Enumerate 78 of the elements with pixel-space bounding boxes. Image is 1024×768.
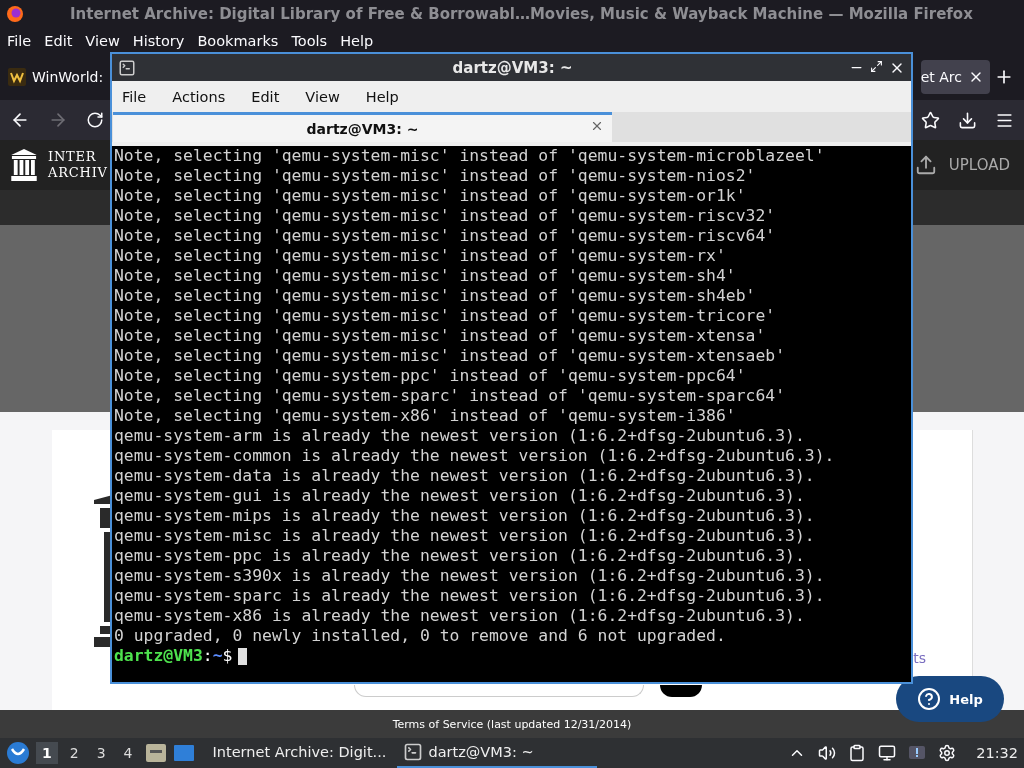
site-favicon-icon [8,68,26,86]
prompt-separator: : [202,646,213,666]
prompt-symbol: $ [222,646,233,666]
menu-item[interactable]: Help [340,33,381,49]
terminal-line: Note, selecting 'qemu-system-x86' instead of 'qemu-system-i386' [114,406,737,426]
search-button[interactable] [660,685,702,697]
menu-item[interactable]: Edit [44,33,80,49]
terminal-line: Note, selecting 'qemu-system-misc' instead of 'qemu-system-riscv32' [114,206,777,226]
reload-icon[interactable] [86,111,104,129]
terminal-line: qemu-system-ppc is already the newest version (1:6.2+dfsg-2ubuntu6.3). [114,546,806,566]
terminal-line: Note, selecting 'qemu-system-misc' instead of 'qemu-system-xtensaeb' [114,346,787,366]
notification-icon[interactable] [908,744,927,762]
terminal-line: Note, selecting 'qemu-system-misc' instead of 'qemu-system-nios2' [114,166,757,186]
terminal-line: Note, selecting 'qemu-system-misc' instead of 'qemu-system-or1k' [114,186,747,206]
terms-text: Terms of Service (last updated 12/31/2014) [392,717,632,731]
terminal-line: qemu-system-sparc is already the newest version (1:6.2+dfsg-2ubuntu6.3). [114,586,826,606]
help-button[interactable]: Help [896,676,1004,722]
clipboard-icon[interactable] [848,744,867,762]
menu-item[interactable]: View [305,88,340,105]
terminal-line: Note, selecting 'qemu-system-misc' instead of 'qemu-system-sh4eb' [114,286,757,306]
terminal-line: qemu-system-mips is already the newest version (1:6.2+dfsg-2ubuntu6.3). [114,506,816,526]
help-icon [917,687,942,711]
clock: 21:32 [976,745,1018,761]
terminal-line: qemu-system-x86 is already the newest version (1:6.2+dfsg-2ubuntu6.3). [114,606,806,626]
settings-icon[interactable] [938,744,957,762]
terminal-line: Note, selecting 'qemu-system-misc' instead of 'qemu-system-microblazeel' [114,146,826,166]
workspace-button[interactable]: 2 [63,742,85,764]
menu-item[interactable]: History [132,33,192,49]
terminal-line: qemu-system-misc is already the newest version (1:6.2+dfsg-2ubuntu6.3). [114,526,816,546]
taskbar-button[interactable]: Internet Archive: Digit... [200,738,391,768]
upload-icon [914,154,937,176]
terminal-icon [118,58,136,77]
temple-logo-icon [10,149,38,181]
terminal-line: Note, selecting 'qemu-system-sparc' instead of 'qemu-system-sparc64' [114,386,787,406]
terminal-line: Note, selecting 'qemu-system-misc' instead of 'qemu-system-riscv64' [114,226,777,246]
terminal-line: Note, selecting 'qemu-system-ppc' instead of 'qemu-system-ppc64' [114,366,747,386]
file-manager-icon[interactable] [144,743,167,763]
workspace-button[interactable]: 3 [90,742,112,764]
terminal-line: Note, selecting 'qemu-system-misc' instead of 'qemu-system-rx' [114,246,727,266]
menu-item[interactable]: File [122,88,147,105]
window-title: dartz@VM3: ~ [451,58,574,77]
archive-logo-text: INTER ARCHIV [48,149,108,181]
footer-link[interactable]: ts [913,650,926,666]
workspace-button[interactable]: 1 [36,742,58,764]
prompt-user: dartz@VM3 [114,646,203,666]
volume-icon[interactable] [818,744,837,762]
menu-item[interactable]: Bookmarks [197,33,286,49]
menu-item[interactable]: Edit [251,88,280,105]
terminal-line: 0 upgraded, 0 newly installed, 0 to remove and 6 not upgraded. [114,626,727,646]
firefox-logo-icon [6,5,24,23]
window-title: Internet Archive: Digital Library of Free & Borrowabl…Movies, Music & Wayback Machine — Mozilla Firefox [70,5,973,23]
terminal-line: qemu-system-data is already the newest version (1:6.2+dfsg-2ubuntu6.3). [114,466,816,486]
menu-item[interactable]: View [85,33,127,49]
network-icon[interactable] [878,744,897,762]
terminal-line: qemu-system-common is already the newest version (1:6.2+dfsg-2ubuntu6.3). [114,446,836,466]
terminal-tab[interactable]: dartz@VM3: ~ [113,112,612,142]
browser-tab[interactable]: WinWorld: [2,60,104,94]
star-icon[interactable] [921,110,940,130]
terminal-line: Note, selecting 'qemu-system-misc' instead of 'qemu-system-tricore' [114,306,777,326]
workspace-button[interactable]: 4 [117,742,139,764]
terminal-line: qemu-system-s390x is already the newest version (1:6.2+dfsg-2ubuntu6.3). [114,566,826,586]
terminal-line: qemu-system-gui is already the newest version (1:6.2+dfsg-2ubuntu6.3). [114,486,806,506]
start-menu-icon[interactable] [6,741,30,765]
window-icon[interactable] [172,744,195,762]
menu-item[interactable]: Actions [172,88,226,105]
upload-link[interactable]: UPLOAD [914,154,1010,176]
terminal-icon [402,742,423,762]
text-cursor [238,647,248,665]
browser-tab[interactable]: et Arc [920,60,990,94]
menu-item[interactable]: Help [365,88,399,105]
terminal-line: Note, selecting 'qemu-system-misc' instead of 'qemu-system-xtensa' [114,326,767,346]
terminal-line: Note, selecting 'qemu-system-misc' instead of 'qemu-system-sh4' [114,266,737,286]
terminal-line: qemu-system-arm is already the newest version (1:6.2+dfsg-2ubuntu6.3). [114,426,806,446]
download-icon[interactable] [958,110,977,130]
menu-item[interactable]: File [7,33,39,49]
menu-item[interactable]: Tools [291,33,335,49]
prompt-path: ~ [212,646,223,666]
taskbar-button[interactable]: dartz@VM3: ~ [396,738,597,768]
